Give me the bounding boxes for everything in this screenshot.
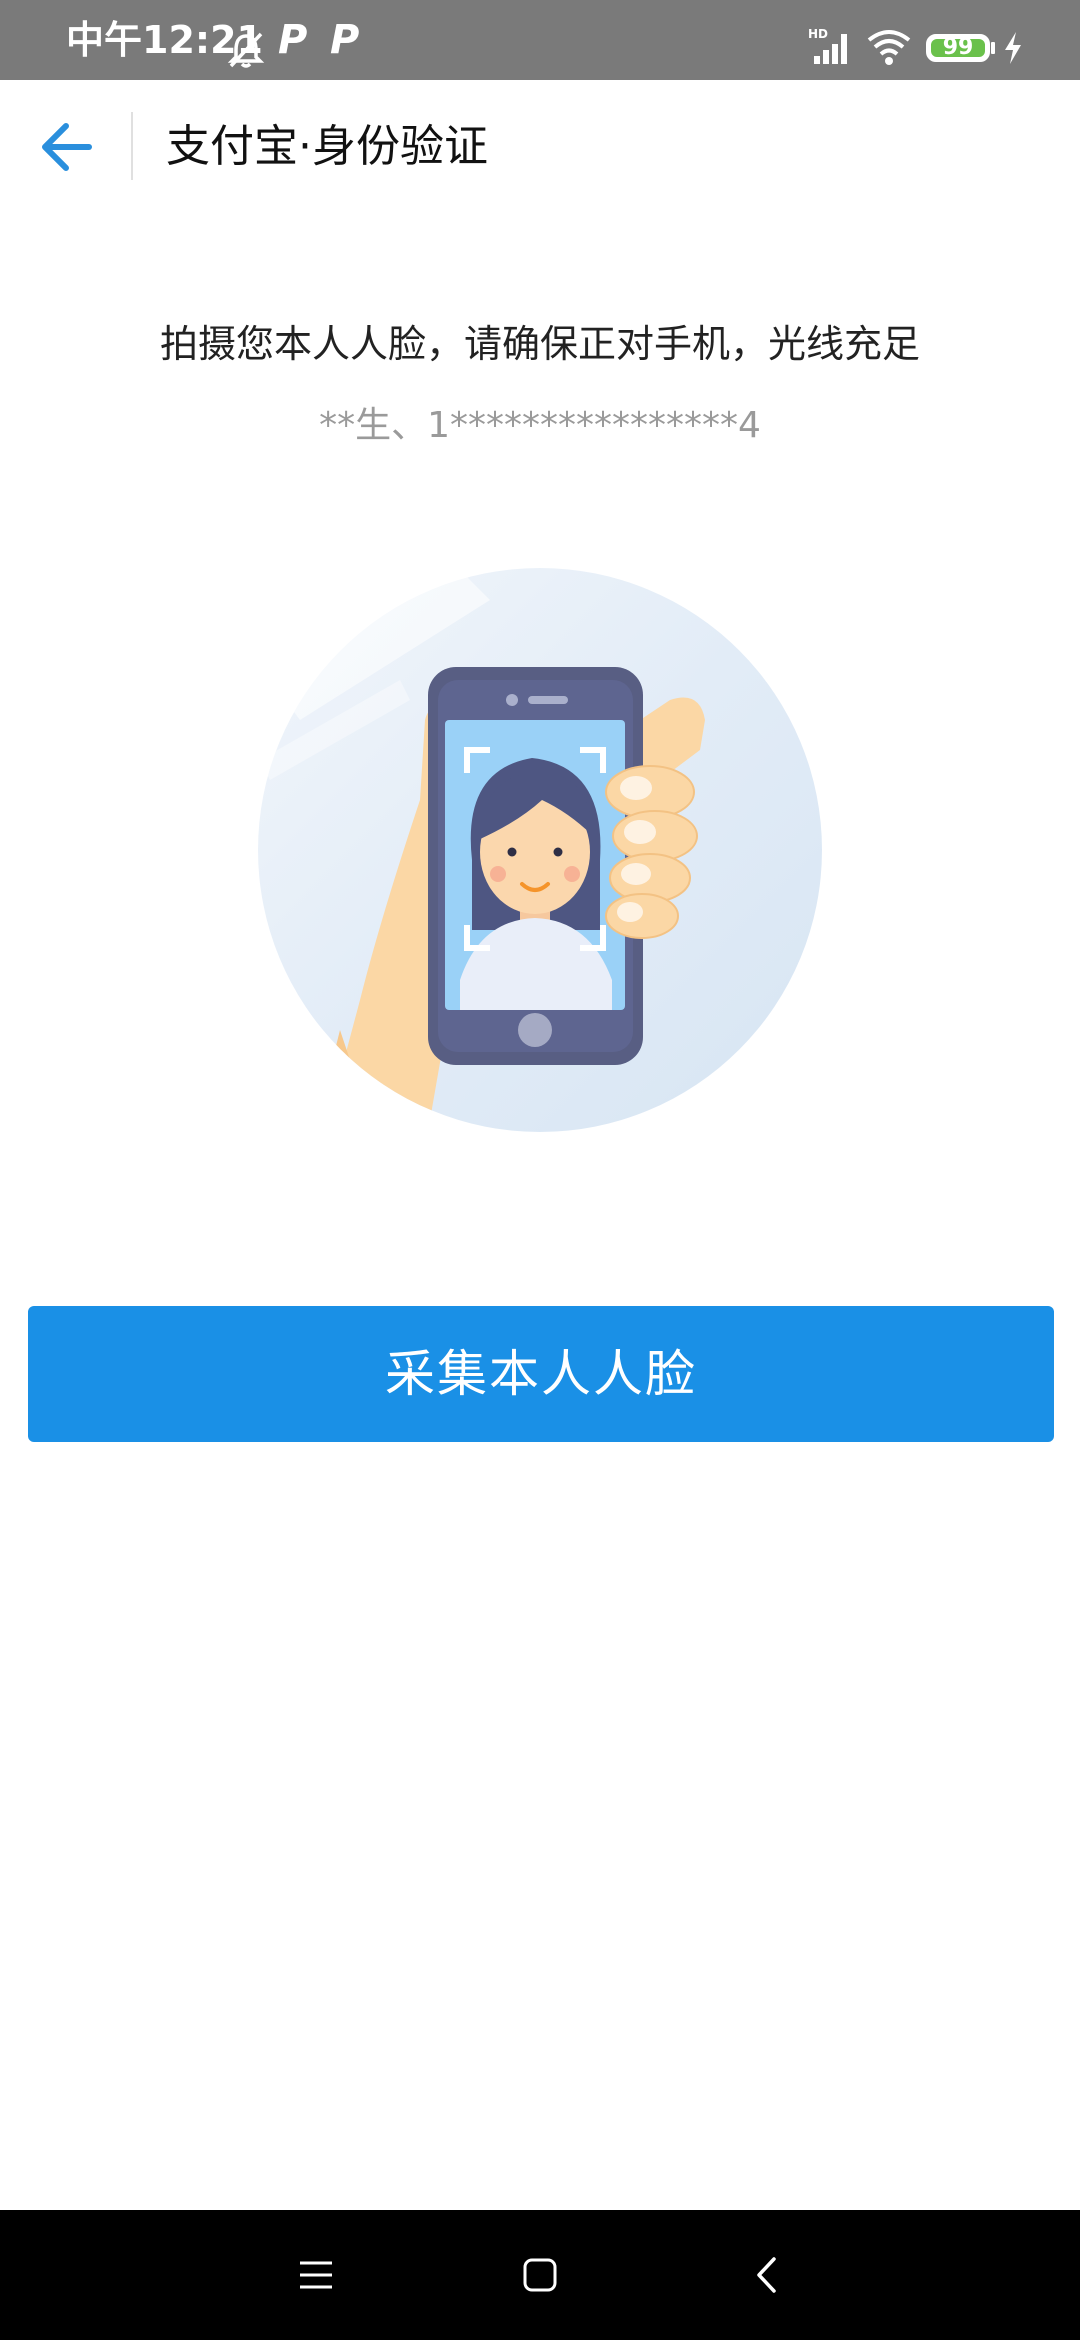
screen: 中午12:21 P P HD 99 支付宝·身份验证 拍摄您本人人脸，请确保正对… xyxy=(0,0,1080,2340)
home-button[interactable] xyxy=(510,2245,570,2305)
charging-bolt-icon xyxy=(1005,32,1021,64)
navigation-bar xyxy=(0,2210,1080,2340)
face-capture-phone-illustration xyxy=(258,568,822,1132)
menu-button[interactable] xyxy=(286,2245,346,2305)
wifi-icon xyxy=(867,30,911,65)
header-divider xyxy=(131,112,133,180)
home-icon xyxy=(523,2258,557,2292)
instruction-text: 拍摄您本人人脸，请确保正对手机，光线充足 xyxy=(159,322,920,366)
parking-p-icon: P xyxy=(278,17,308,63)
menu-icon xyxy=(300,2261,332,2289)
header: 支付宝·身份验证 xyxy=(0,80,1080,214)
battery-level: 99 xyxy=(942,35,974,60)
arrow-left-icon xyxy=(42,123,92,171)
page-title: 支付宝·身份验证 xyxy=(166,121,488,172)
masked-user-id: **生、1****************4 xyxy=(319,405,761,446)
battery-cap xyxy=(991,42,995,54)
capture-face-button[interactable]: 采集本人人脸 xyxy=(28,1306,1054,1442)
alarm-off-icon xyxy=(227,32,265,68)
status-bar: 中午12:21 P P HD 99 xyxy=(0,0,1080,80)
back-button[interactable] xyxy=(30,110,104,184)
parking-p-icon: P xyxy=(330,17,360,63)
nav-back-button[interactable] xyxy=(736,2245,796,2305)
network-label: HD xyxy=(808,27,828,41)
back-icon xyxy=(757,2257,776,2293)
signal-icon: HD xyxy=(808,27,847,64)
battery-icon: 99 xyxy=(926,34,990,62)
